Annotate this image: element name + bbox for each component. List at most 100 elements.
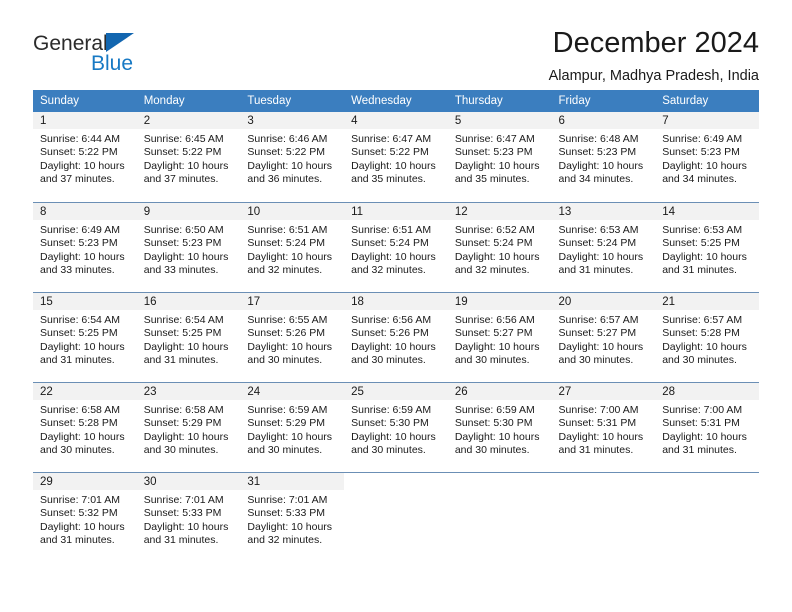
- calendar-day-cell[interactable]: 26 Sunrise: 6:59 AM Sunset: 5:30 PM Dayligh…: [447, 382, 552, 472]
- day-number: [344, 473, 448, 490]
- calendar-day-cell[interactable]: 14 Sunrise: 6:53 AM Sunset: 5:25 PM Dayligh…: [655, 202, 759, 292]
- daylight-text-line1: Daylight: 10 hours: [558, 430, 644, 443]
- calendar-day-cell[interactable]: 15 Sunrise: 6:54 AM Sunset: 5:25 PM Dayligh…: [33, 292, 137, 382]
- calendar-day-cell[interactable]: 7 Sunrise: 6:49 AM Sunset: 5:23 PM Daylight…: [655, 112, 759, 202]
- daylight-text-line2: and 31 minutes.: [40, 354, 115, 367]
- sunrise-text: Sunrise: 6:49 AM: [662, 133, 743, 145]
- sunrise-text: Sunrise: 6:51 AM: [247, 224, 328, 236]
- calendar-day-cell[interactable]: 20 Sunrise: 6:57 AM Sunset: 5:27 PM Dayligh…: [551, 292, 656, 382]
- sunrise-text: Sunrise: 6:52 AM: [454, 224, 535, 236]
- calendar-day-cell[interactable]: 29 Sunrise: 7:01 AM Sunset: 5:32 PM Dayligh…: [33, 472, 137, 562]
- sunrise-text: Sunrise: 7:01 AM: [40, 494, 120, 506]
- calendar-day-cell[interactable]: 28 Sunrise: 7:00 AM Sunset: 5:31 PM Dayligh…: [655, 382, 759, 472]
- sunset-text: Sunset: 5:23 PM: [662, 146, 740, 159]
- daylight-text-line1: Daylight: 10 hours: [558, 159, 644, 172]
- sunset-text: Sunset: 5:30 PM: [454, 417, 533, 430]
- daylight-text-line2: and 31 minutes.: [40, 534, 115, 547]
- calendar-week-row: 8 Sunrise: 6:49 AM Sunset: 5:23 PM Daylight…: [33, 202, 759, 292]
- day-number: [551, 473, 656, 490]
- daylight-text-line1: Daylight: 10 hours: [247, 340, 333, 353]
- daylight-text-line1: Daylight: 10 hours: [558, 250, 644, 263]
- daylight-text-line1: Daylight: 10 hours: [40, 250, 125, 263]
- day-number: 4: [344, 112, 448, 129]
- calendar-day-cell[interactable]: 8 Sunrise: 6:49 AM Sunset: 5:23 PM Daylight…: [33, 202, 137, 292]
- calendar-day-cell[interactable]: 22 Sunrise: 6:58 AM Sunset: 5:28 PM Dayligh…: [33, 382, 137, 472]
- daylight-text-line2: and 30 minutes.: [247, 354, 323, 367]
- sunrise-text: Sunrise: 7:01 AM: [143, 494, 224, 506]
- sunrise-text: Sunrise: 7:00 AM: [662, 404, 743, 416]
- calendar-day-cell-empty: [447, 472, 552, 562]
- daylight-text-line1: Daylight: 10 hours: [247, 159, 333, 172]
- daylight-text-line2: and 30 minutes.: [454, 354, 530, 367]
- sunrise-text: Sunrise: 6:53 AM: [662, 224, 743, 236]
- calendar-day-cell[interactable]: 30 Sunrise: 7:01 AM Sunset: 5:33 PM Dayligh…: [136, 472, 241, 562]
- sunset-text: Sunset: 5:27 PM: [558, 327, 637, 340]
- calendar-day-cell[interactable]: 31 Sunrise: 7:01 AM Sunset: 5:33 PM Dayligh…: [240, 472, 345, 562]
- logo-text-blue: Blue: [91, 52, 134, 75]
- daylight-text-line2: and 31 minutes.: [143, 354, 219, 367]
- weekday-header-row: Sunday Monday Tuesday Wednesday Thursday…: [33, 90, 759, 112]
- calendar-day-cell[interactable]: 5 Sunrise: 6:47 AM Sunset: 5:23 PM Daylight…: [447, 112, 552, 202]
- sunrise-text: Sunrise: 6:56 AM: [351, 314, 432, 326]
- calendar-day-cell[interactable]: 12 Sunrise: 6:52 AM Sunset: 5:24 PM Dayligh…: [447, 202, 552, 292]
- daylight-text-line1: Daylight: 10 hours: [454, 250, 540, 263]
- day-number: 8: [33, 203, 137, 220]
- sunset-text: Sunset: 5:29 PM: [247, 417, 326, 430]
- sunset-text: Sunset: 5:27 PM: [454, 327, 533, 340]
- calendar-day-cell[interactable]: 6 Sunrise: 6:48 AM Sunset: 5:23 PM Daylight…: [551, 112, 656, 202]
- day-number: 20: [551, 293, 656, 310]
- daylight-text-line2: and 30 minutes.: [351, 444, 426, 457]
- daylight-text-line1: Daylight: 10 hours: [143, 250, 229, 263]
- calendar-day-cell[interactable]: 2 Sunrise: 6:45 AM Sunset: 5:22 PM Daylight…: [136, 112, 241, 202]
- calendar-day-cell[interactable]: 13 Sunrise: 6:53 AM Sunset: 5:24 PM Dayligh…: [551, 202, 656, 292]
- daylight-text-line2: and 35 minutes.: [454, 173, 530, 186]
- sunrise-text: Sunrise: 6:45 AM: [143, 133, 224, 145]
- day-number: 11: [344, 203, 448, 220]
- day-number: 5: [447, 112, 552, 129]
- calendar-day-cell[interactable]: 24 Sunrise: 6:59 AM Sunset: 5:29 PM Dayligh…: [240, 382, 345, 472]
- calendar-day-cell[interactable]: 17 Sunrise: 6:55 AM Sunset: 5:26 PM Dayligh…: [240, 292, 345, 382]
- sunrise-text: Sunrise: 6:59 AM: [247, 404, 328, 416]
- daylight-text-line1: Daylight: 10 hours: [351, 250, 436, 263]
- day-number: 19: [447, 293, 552, 310]
- daylight-text-line1: Daylight: 10 hours: [351, 159, 436, 172]
- day-number: 23: [136, 383, 241, 400]
- calendar-week-row: 1 Sunrise: 6:44 AM Sunset: 5:22 PM Daylight…: [33, 112, 759, 202]
- day-number: 2: [136, 112, 241, 129]
- sunrise-text: Sunrise: 6:56 AM: [454, 314, 535, 326]
- weekday-header-friday: Friday: [551, 90, 656, 112]
- sunrise-text: Sunrise: 6:44 AM: [40, 133, 120, 145]
- sunset-text: Sunset: 5:25 PM: [40, 327, 118, 340]
- daylight-text-line1: Daylight: 10 hours: [40, 159, 125, 172]
- calendar-day-cell[interactable]: 18 Sunrise: 6:56 AM Sunset: 5:26 PM Dayligh…: [344, 292, 448, 382]
- day-number: 15: [33, 293, 137, 310]
- calendar-day-cell[interactable]: 1 Sunrise: 6:44 AM Sunset: 5:22 PM Daylight…: [33, 112, 137, 202]
- daylight-text-line2: and 31 minutes.: [143, 534, 219, 547]
- sunset-text: Sunset: 5:33 PM: [247, 507, 326, 520]
- sunrise-text: Sunrise: 6:48 AM: [558, 133, 639, 145]
- calendar-day-cell[interactable]: 16 Sunrise: 6:54 AM Sunset: 5:25 PM Dayligh…: [136, 292, 241, 382]
- calendar-day-cell[interactable]: 3 Sunrise: 6:46 AM Sunset: 5:22 PM Daylight…: [240, 112, 345, 202]
- calendar-day-cell[interactable]: 19 Sunrise: 6:56 AM Sunset: 5:27 PM Dayligh…: [447, 292, 552, 382]
- calendar-day-cell[interactable]: 25 Sunrise: 6:59 AM Sunset: 5:30 PM Dayligh…: [344, 382, 448, 472]
- daylight-text-line1: Daylight: 10 hours: [143, 159, 229, 172]
- daylight-text-line2: and 33 minutes.: [143, 264, 219, 277]
- sunset-text: Sunset: 5:33 PM: [143, 507, 222, 520]
- calendar-day-cell[interactable]: 9 Sunrise: 6:50 AM Sunset: 5:23 PM Daylight…: [136, 202, 241, 292]
- calendar-day-cell[interactable]: 11 Sunrise: 6:51 AM Sunset: 5:24 PM Dayligh…: [344, 202, 448, 292]
- day-number: 29: [33, 473, 137, 490]
- calendar-day-cell[interactable]: 21 Sunrise: 6:57 AM Sunset: 5:28 PM Dayligh…: [655, 292, 759, 382]
- daylight-text-line2: and 34 minutes.: [662, 173, 737, 186]
- general-blue-logo: General Blue: [33, 26, 183, 75]
- sunrise-text: Sunrise: 6:50 AM: [143, 224, 224, 236]
- day-number: 14: [655, 203, 759, 220]
- day-number: 21: [655, 293, 759, 310]
- calendar-day-cell[interactable]: 4 Sunrise: 6:47 AM Sunset: 5:22 PM Daylight…: [344, 112, 448, 202]
- calendar-day-cell[interactable]: 27 Sunrise: 7:00 AM Sunset: 5:31 PM Dayligh…: [551, 382, 656, 472]
- daylight-text-line1: Daylight: 10 hours: [40, 430, 125, 443]
- calendar-day-cell[interactable]: 23 Sunrise: 6:58 AM Sunset: 5:29 PM Dayligh…: [136, 382, 241, 472]
- daylight-text-line1: Daylight: 10 hours: [247, 430, 333, 443]
- daylight-text-line2: and 35 minutes.: [351, 173, 426, 186]
- daylight-text-line2: and 30 minutes.: [454, 444, 530, 457]
- calendar-day-cell[interactable]: 10 Sunrise: 6:51 AM Sunset: 5:24 PM Dayligh…: [240, 202, 345, 292]
